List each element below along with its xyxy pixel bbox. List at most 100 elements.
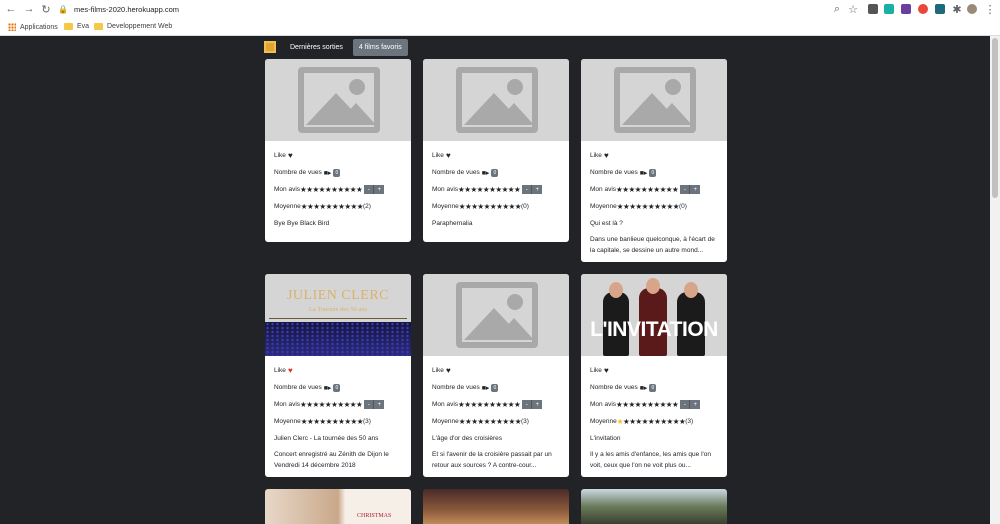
image-placeholder-icon (456, 282, 538, 348)
my-review-label: Mon avis (274, 186, 301, 193)
movie-card[interactable]: L'INVITATION Like ♥ Nombre de vues ■▸ 0 … (581, 274, 727, 477)
avatar[interactable] (967, 4, 977, 14)
my-review-stars[interactable]: ★★★★★★★★★★ (616, 400, 679, 409)
views-label: Nombre de vues (432, 384, 480, 391)
decrease-button[interactable]: - (680, 185, 691, 194)
movie-poster[interactable]: JULIEN CLERC La Tournée des 50 ans (265, 274, 411, 356)
movie-card-partial[interactable]: CHRISTMAS (265, 489, 411, 524)
movie-card[interactable]: JULIEN CLERC La Tournée des 50 ans Like … (265, 274, 411, 477)
my-review-row: Mon avis ★★★★★★★★★★ - + (590, 396, 718, 413)
film-logo-icon[interactable] (264, 41, 276, 53)
like-row: Like ♥ (590, 147, 718, 164)
increase-button[interactable]: + (690, 400, 701, 409)
bookmark-apps[interactable]: Applications (8, 23, 58, 31)
card-body: Like ♥ Nombre de vues ■▸ 0 Mon avis ★★★★… (265, 141, 411, 240)
views-label: Nombre de vues (590, 169, 638, 176)
movie-card-partial[interactable] (581, 489, 727, 524)
nav-favorites[interactable]: 4 films favoris (352, 38, 408, 56)
my-review-stars[interactable]: ★★★★★★★★★★ (458, 400, 521, 409)
decrease-button[interactable]: - (364, 185, 375, 194)
like-row: Like ♥ (274, 147, 402, 164)
movie-poster[interactable]: L'INVITATION (581, 274, 727, 356)
movie-title[interactable]: L'invitation (590, 430, 718, 447)
my-review-stars[interactable]: ★★★★★★★★★★ (458, 185, 521, 194)
poster-text: CHRISTMAS (357, 513, 392, 519)
views-row: Nombre de vues ■▸ 0 (590, 379, 718, 396)
bookmark-star-icon[interactable]: ☆ (846, 3, 860, 16)
menu-icon[interactable]: ⋮ (983, 3, 997, 16)
movie-poster-placeholder[interactable] (423, 59, 569, 141)
my-review-label: Mon avis (432, 186, 459, 193)
heart-icon[interactable]: ♥ (604, 366, 609, 375)
search-icon[interactable]: ⌕ (830, 3, 844, 16)
bookmark-eva[interactable]: Eva (64, 23, 89, 30)
movie-title[interactable]: L'âge d'or des croisières (432, 430, 560, 447)
movie-title[interactable]: Qui est là ? (590, 215, 718, 232)
movie-title[interactable]: Paraphernalia (432, 215, 560, 232)
my-review-stars[interactable]: ★★★★★★★★★★ (616, 185, 679, 194)
movie-card[interactable]: Like ♥ Nombre de vues ■▸ 0 Mon avis ★★★★… (423, 274, 569, 477)
heart-icon[interactable]: ♥ (604, 151, 609, 160)
extension-icon[interactable] (884, 4, 894, 14)
nav-latest[interactable]: Dernières sorties (290, 44, 343, 51)
forward-icon[interactable]: → (22, 3, 36, 15)
increase-button[interactable]: + (374, 400, 385, 409)
heart-icon[interactable]: ♥ (446, 366, 451, 375)
puzzle-icon[interactable]: ✱ (950, 3, 964, 16)
movie-poster-placeholder[interactable] (265, 59, 411, 141)
movie-card[interactable]: Like ♥ Nombre de vues ■▸ 0 Mon avis ★★★★… (581, 59, 727, 262)
scrollbar[interactable] (990, 36, 1000, 524)
movie-title[interactable]: Bye Bye Black Bird (274, 215, 402, 232)
my-review-stars[interactable]: ★★★★★★★★★★ (300, 400, 363, 409)
video-camera-icon: ■▸ (639, 384, 648, 392)
back-icon[interactable]: ← (4, 3, 18, 15)
heart-icon[interactable]: ♥ (288, 366, 293, 375)
increase-button[interactable]: + (532, 185, 543, 194)
movie-description: Dans une banlieue quelconque, à l'écart … (590, 236, 715, 254)
card-body: Like ♥ Nombre de vues ■▸ 0 Mon avis ★★★★… (265, 356, 411, 477)
my-review-stars[interactable]: ★★★★★★★★★★ (300, 185, 363, 194)
like-label: Like (590, 367, 602, 374)
increase-button[interactable]: + (374, 185, 385, 194)
poster-subtitle: La Tournée des 50 ans (308, 306, 368, 313)
my-review-label: Mon avis (590, 186, 617, 193)
increase-button[interactable]: + (532, 400, 543, 409)
poster-crowd (265, 322, 411, 356)
like-row: Like ♥ (590, 362, 718, 379)
bookmark-label: Eva (77, 23, 90, 30)
movie-title[interactable]: Julien Clerc - La tournée des 50 ans (274, 430, 402, 447)
scrollbar-thumb[interactable] (992, 38, 998, 198)
average-row: Moyenne ★★★★★★★★★★ (2) (274, 198, 402, 215)
views-row: Nombre de vues ■▸ 0 (274, 164, 402, 181)
card-body: Like ♥ Nombre de vues ■▸ 0 Mon avis ★★★★… (581, 356, 727, 477)
movie-poster-placeholder[interactable] (423, 274, 569, 356)
extension-icon[interactable] (935, 4, 945, 14)
increase-button[interactable]: + (690, 185, 701, 194)
reload-icon[interactable]: ↻ (39, 3, 53, 16)
heart-icon[interactable]: ♥ (446, 151, 451, 160)
browser-toolbar: ← → ↻ 🔒 mes-films-2020.herokuapp.com ⌕ ☆… (0, 0, 1000, 19)
decrease-button[interactable]: - (680, 400, 691, 409)
like-label: Like (274, 367, 286, 374)
decrease-button[interactable]: - (522, 400, 533, 409)
extension-icon[interactable] (868, 4, 878, 14)
poster-title: L'INVITATION (590, 318, 718, 341)
average-count: (3) (685, 418, 694, 425)
like-row: Like ♥ (432, 147, 560, 164)
average-stars: ★★★★★★★★★★ (616, 202, 680, 211)
extension-icon[interactable] (901, 4, 911, 14)
bookmark-devweb[interactable]: Developpement Web (94, 23, 172, 30)
extension-icon[interactable] (918, 4, 928, 14)
image-placeholder-icon (298, 67, 380, 133)
movie-poster-placeholder[interactable] (581, 59, 727, 141)
decrease-button[interactable]: - (522, 185, 533, 194)
rating-stepper: - + (680, 185, 701, 194)
image-placeholder-icon (614, 67, 696, 133)
movie-card[interactable]: Like ♥ Nombre de vues ■▸ 0 Mon avis ★★★★… (265, 59, 411, 242)
movie-description: Il y a les amis d'enfance, les amis que … (590, 451, 711, 469)
heart-icon[interactable]: ♥ (288, 151, 293, 160)
average-count: (2) (363, 203, 371, 210)
movie-card[interactable]: Like ♥ Nombre de vues ■▸ 0 Mon avis ★★★★… (423, 59, 569, 242)
decrease-button[interactable]: - (364, 400, 375, 409)
movie-card-partial[interactable] (423, 489, 569, 524)
